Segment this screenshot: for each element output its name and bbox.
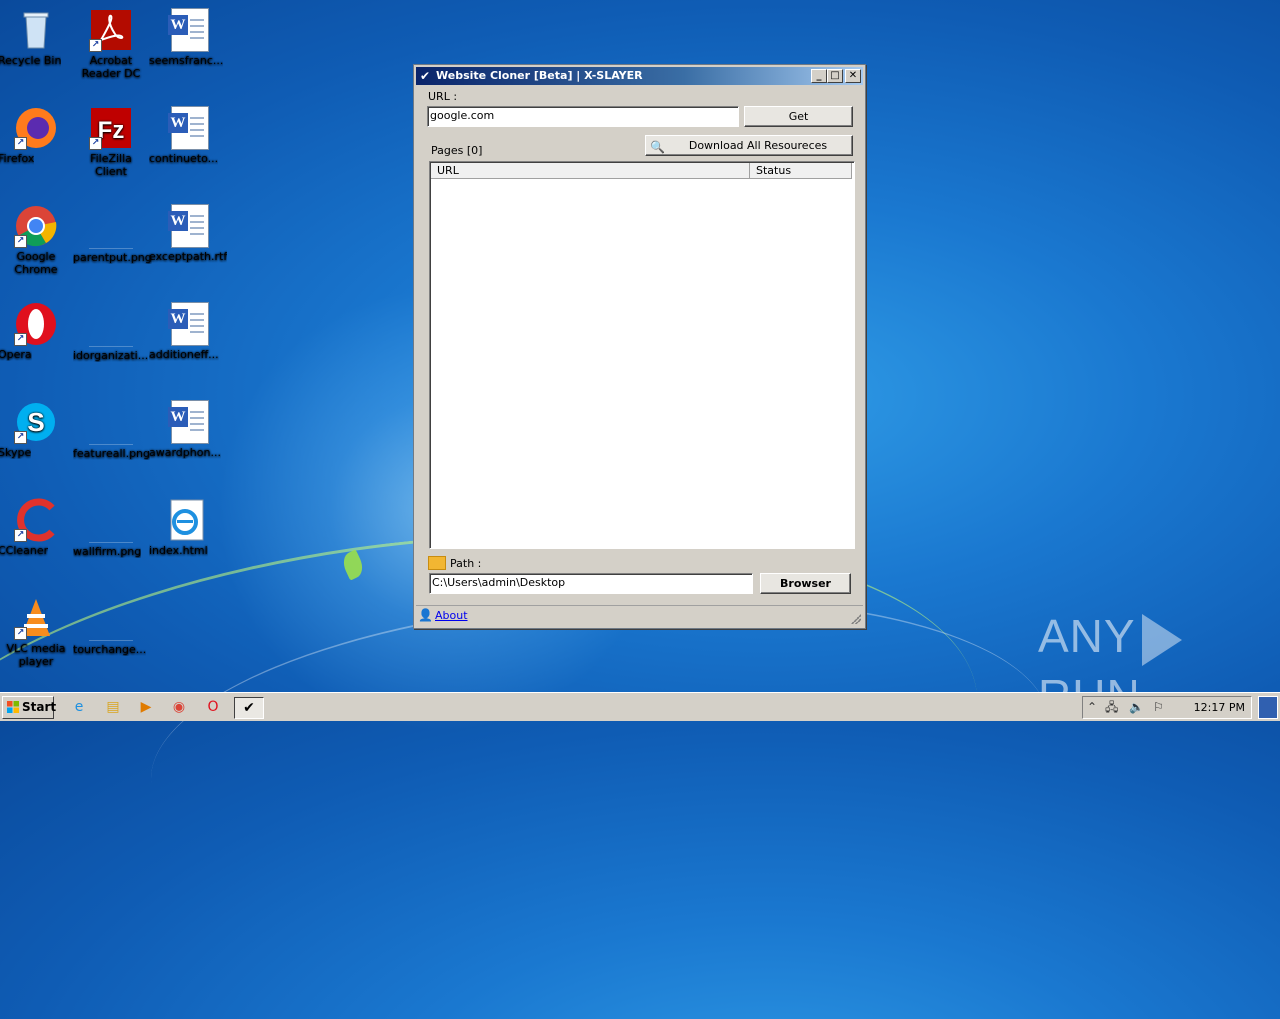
shortcut-arrow-icon: ↗ bbox=[14, 431, 27, 444]
desktop-icon-exceptpath-rtf[interactable]: W exceptpath.rtf bbox=[149, 204, 227, 263]
shortcut-arrow-icon: ↗ bbox=[14, 235, 27, 248]
internet-explorer-icon bbox=[165, 498, 209, 542]
desktop-icon-awardphon[interactable]: W awardphon... bbox=[149, 400, 225, 459]
search-icon: 🔍 bbox=[650, 140, 665, 154]
shortcut-arrow-icon: ↗ bbox=[14, 333, 27, 346]
desktop-icon-seemsfranc[interactable]: W seemsfranc... bbox=[149, 8, 225, 67]
shortcut-arrow-icon: ↗ bbox=[14, 627, 27, 640]
image-file-icon bbox=[89, 400, 133, 445]
action-center-flag-icon[interactable]: ⚐ bbox=[1153, 700, 1164, 714]
clock[interactable]: 12:17 PM bbox=[1194, 701, 1245, 714]
website-cloner-window: ✔ Website Cloner [Beta] | X-SLAYER _ □ ✕… bbox=[413, 64, 866, 629]
word-document-icon: W bbox=[165, 204, 209, 248]
word-document-icon: W bbox=[165, 8, 209, 52]
desktop-icon-continueto[interactable]: W continueto... bbox=[149, 106, 225, 165]
maximize-button[interactable]: □ bbox=[827, 69, 843, 83]
watermark-left: ANY bbox=[1038, 610, 1136, 662]
path-label: Path : bbox=[450, 557, 482, 570]
file-icon bbox=[89, 302, 133, 347]
desktop-icon-tourchange[interactable]: tourchange... bbox=[73, 596, 149, 656]
minimize-button[interactable]: _ bbox=[811, 69, 827, 83]
image-file-icon bbox=[89, 498, 133, 543]
desktop-icon-google-chrome[interactable]: ↗ Google Chrome bbox=[0, 204, 74, 276]
column-header-url[interactable]: URL bbox=[431, 163, 750, 179]
desktop-icon-index-html[interactable]: index.html bbox=[149, 498, 225, 557]
folder-icon[interactable]: ▤ bbox=[102, 697, 124, 717]
app-icon: ✔ bbox=[420, 69, 431, 83]
play-icon bbox=[1141, 613, 1182, 666]
file-icon bbox=[89, 596, 133, 641]
url-input[interactable]: google.com bbox=[427, 106, 739, 127]
desktop-icon-ccleaner[interactable]: ↗ CCleaner bbox=[0, 498, 74, 557]
start-label: Start bbox=[22, 700, 57, 714]
svg-text:S: S bbox=[27, 407, 44, 437]
path-input[interactable]: C:\Users\admin\Desktop bbox=[429, 573, 753, 594]
column-header-status[interactable]: Status bbox=[750, 163, 852, 179]
pages-list[interactable]: URL Status bbox=[429, 161, 855, 549]
media-player-icon[interactable]: ▶ bbox=[135, 697, 157, 717]
system-tray: ⌃ 🖧 🔈 ⚐ 12:17 PM bbox=[1082, 696, 1252, 719]
url-label: URL : bbox=[428, 90, 458, 103]
get-button[interactable]: Get bbox=[744, 106, 853, 127]
desktop-icon-wallfirm-png[interactable]: wallfirm.png bbox=[73, 498, 149, 558]
show-desktop-button[interactable] bbox=[1258, 696, 1278, 719]
title-bar[interactable]: ✔ Website Cloner [Beta] | X-SLAYER _ □ ✕ bbox=[416, 67, 863, 85]
vlc-icon: ↗ bbox=[14, 596, 58, 640]
status-bar: 👤 About bbox=[416, 605, 863, 626]
shortcut-arrow-icon: ↗ bbox=[14, 137, 27, 150]
desktop-icon-recycle-bin[interactable]: Recycle Bin bbox=[0, 8, 74, 67]
close-button[interactable]: ✕ bbox=[845, 69, 861, 83]
desktop-icon-filezilla[interactable]: Fz ↗ FileZilla Client bbox=[73, 106, 149, 178]
internet-explorer-icon[interactable]: e bbox=[68, 697, 90, 717]
image-file-icon bbox=[89, 204, 133, 249]
windows-logo-icon bbox=[7, 701, 19, 713]
desktop-icon-featureall-png[interactable]: featureall.png bbox=[73, 400, 150, 460]
pages-label: Pages [0] bbox=[431, 144, 483, 157]
skype-icon: S ↗ bbox=[14, 400, 58, 444]
word-document-icon: W bbox=[165, 106, 209, 150]
start-button[interactable]: Start bbox=[2, 696, 57, 719]
recycle-bin-icon bbox=[14, 8, 58, 52]
browser-button[interactable]: Browser bbox=[760, 573, 851, 594]
desktop-icon-additioneff[interactable]: W additioneff... bbox=[149, 302, 225, 361]
ccleaner-icon: ↗ bbox=[14, 498, 58, 542]
volume-icon[interactable]: 🔈 bbox=[1129, 700, 1144, 714]
filezilla-icon: Fz ↗ bbox=[89, 106, 133, 150]
chrome-icon: ↗ bbox=[14, 204, 58, 248]
chrome-icon[interactable]: ◉ bbox=[168, 697, 190, 717]
download-all-resources-button[interactable]: 🔍 Download All Resoureces bbox=[645, 135, 853, 156]
desktop-icon-vlc[interactable]: ↗ VLC media player bbox=[0, 596, 74, 668]
user-icon: 👤 bbox=[418, 608, 433, 622]
resize-grip-icon[interactable] bbox=[851, 614, 861, 624]
desktop-icon-opera[interactable]: ↗ Opera bbox=[0, 302, 74, 361]
desktop-icon-idorganizati[interactable]: idorganizati... bbox=[73, 302, 149, 362]
show-hidden-icons-icon[interactable]: ⌃ bbox=[1087, 700, 1097, 714]
firefox-icon: ↗ bbox=[14, 106, 58, 150]
opera-icon[interactable]: O bbox=[202, 697, 224, 717]
website-cloner-taskbar-icon[interactable]: ✔ bbox=[234, 697, 264, 719]
word-document-icon: W bbox=[165, 400, 209, 444]
desktop-icon-parentput-png[interactable]: parentput.png bbox=[73, 204, 152, 264]
acrobat-icon: ↗ bbox=[89, 8, 133, 52]
word-document-icon: W bbox=[165, 302, 209, 346]
desktop-icon-firefox[interactable]: ↗ Firefox bbox=[0, 106, 74, 165]
window-title: Website Cloner [Beta] | X-SLAYER bbox=[436, 69, 643, 82]
shortcut-arrow-icon: ↗ bbox=[89, 39, 102, 52]
shortcut-arrow-icon: ↗ bbox=[14, 529, 27, 542]
download-button-label: Download All Resoureces bbox=[688, 139, 828, 152]
desktop-icon-acrobat[interactable]: ↗ Acrobat Reader DC bbox=[73, 8, 149, 80]
taskbar: Start e ▤ ▶ ◉ O ✔ ⌃ 🖧 🔈 ⚐ 12:17 PM bbox=[0, 692, 1280, 721]
desktop-icon-skype[interactable]: S ↗ Skype bbox=[0, 400, 74, 459]
opera-icon: ↗ bbox=[14, 302, 58, 346]
about-link[interactable]: About bbox=[435, 609, 468, 622]
network-icon[interactable]: 🖧 bbox=[1105, 700, 1118, 714]
folder-icon bbox=[428, 556, 446, 570]
shortcut-arrow-icon: ↗ bbox=[89, 137, 102, 150]
